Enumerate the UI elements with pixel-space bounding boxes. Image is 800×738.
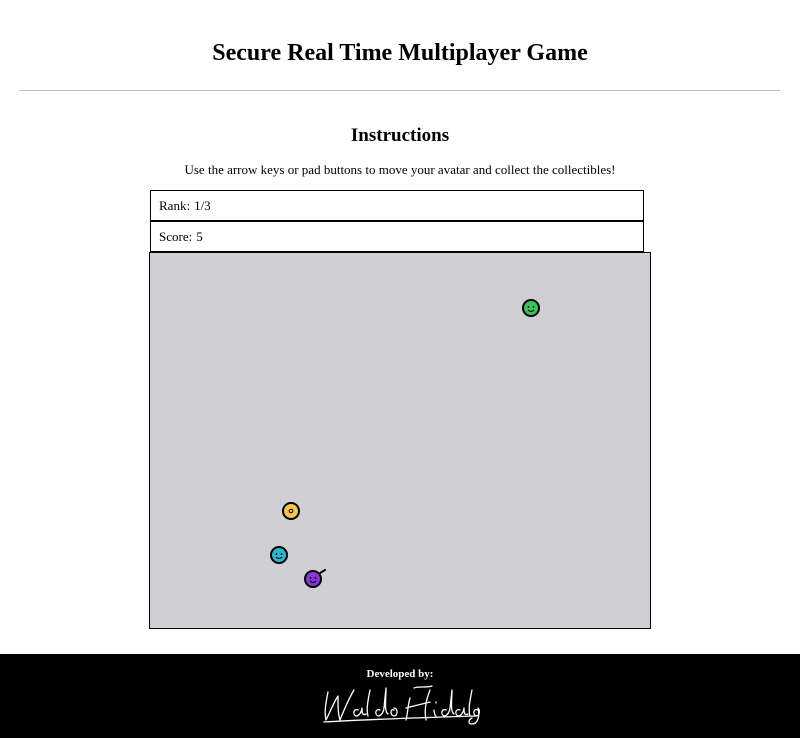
footer-label: Developed by: (366, 668, 434, 680)
signature-logo (323, 685, 480, 725)
rank-value: 1/3 (194, 198, 211, 213)
rank-label: Rank: (159, 198, 191, 213)
player-green (522, 299, 540, 317)
collectible-coin (282, 502, 300, 520)
player-cyan (270, 546, 288, 564)
game-board[interactable] (149, 252, 651, 629)
score-display: Score: 5 (150, 221, 644, 252)
score-label: Score: (159, 229, 193, 244)
header-divider (19, 90, 780, 91)
player-purple (304, 569, 326, 588)
rank-display: Rank: 1/3 (150, 190, 644, 221)
score-value: 5 (196, 229, 203, 244)
instructions-heading: Instructions (350, 125, 450, 146)
footer: Developed by: (0, 654, 800, 738)
page: Secure Real Time Multiplayer Game Instru… (0, 0, 800, 738)
page-title: Secure Real Time Multiplayer Game (212, 40, 588, 66)
game-canvas[interactable] (150, 253, 650, 628)
instructions-text: Use the arrow keys or pad buttons to mov… (184, 162, 616, 177)
